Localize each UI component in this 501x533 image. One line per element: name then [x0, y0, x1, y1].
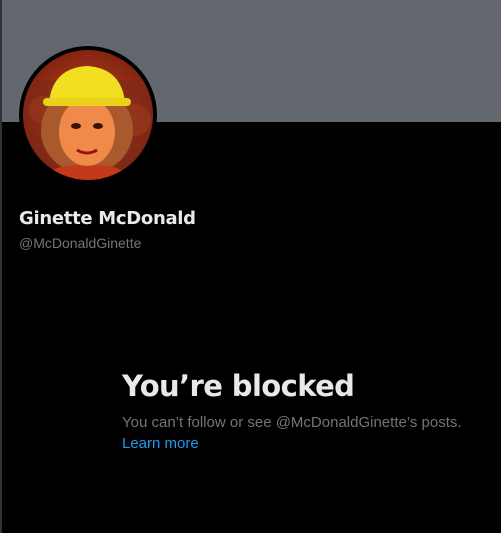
profile-display-name: Ginette McDonald — [19, 208, 196, 229]
profile-photo-icon — [23, 50, 153, 180]
blocked-description: You can’t follow or see @McDonaldGinette… — [122, 414, 462, 431]
avatar[interactable] — [19, 46, 157, 184]
profile-handle: @McDonaldGinette — [19, 235, 142, 251]
blocked-title: You’re blocked — [122, 369, 355, 403]
learn-more-link[interactable]: Learn more — [122, 435, 199, 452]
